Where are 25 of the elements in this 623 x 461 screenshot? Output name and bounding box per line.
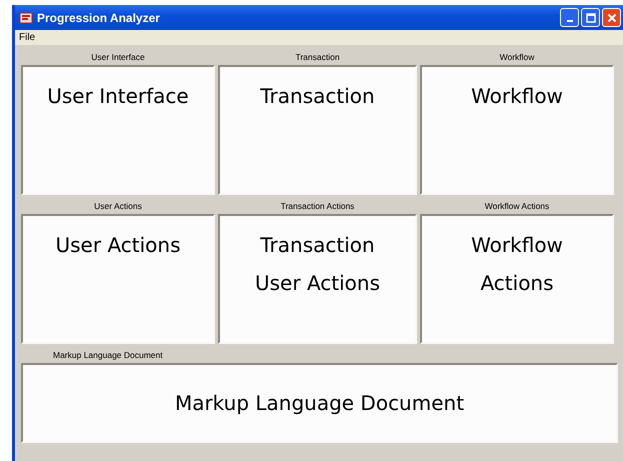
panel-text: Workflow bbox=[471, 83, 563, 109]
panel-text: Actions bbox=[480, 270, 554, 296]
menu-item[interactable]: File bbox=[19, 32, 36, 43]
panel-label: Workflow Actions bbox=[484, 200, 550, 213]
panel-text: User Actions bbox=[255, 270, 380, 296]
panel-label: User Actions bbox=[93, 200, 143, 213]
maximize-icon bbox=[584, 12, 596, 24]
panel-text: User Interface bbox=[47, 83, 189, 109]
app-icon bbox=[19, 10, 33, 24]
document-text: Markup Language Document bbox=[174, 390, 464, 416]
minimize-button[interactable] bbox=[560, 8, 579, 27]
panel-label: Markup Language Document bbox=[52, 349, 164, 362]
panel-text: Transaction bbox=[260, 232, 375, 258]
panel-text: Transaction bbox=[260, 83, 375, 109]
close-icon bbox=[606, 12, 618, 24]
panel-label: Transaction bbox=[294, 51, 341, 64]
panel-text: User Actions bbox=[56, 232, 180, 258]
panel-label: Workflow bbox=[498, 51, 536, 64]
maximize-button[interactable] bbox=[581, 8, 600, 27]
panel-text: Workflow bbox=[471, 232, 563, 258]
minimize-icon bbox=[566, 20, 572, 22]
panel-label: Transaction Actions bbox=[280, 200, 356, 213]
close-button[interactable] bbox=[602, 8, 621, 27]
window-title: Progression Analyzer bbox=[37, 10, 160, 24]
panel-label: User Interface bbox=[90, 51, 146, 64]
